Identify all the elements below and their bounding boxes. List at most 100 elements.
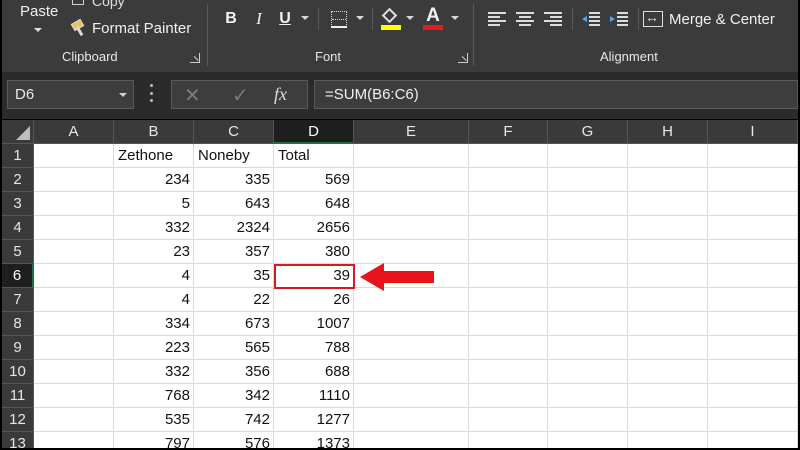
name-box[interactable]: D6 <box>7 80 134 109</box>
cell-d12[interactable]: 1277 <box>274 408 354 432</box>
fill-color-dropdown-icon[interactable] <box>406 16 414 20</box>
font-launcher-icon[interactable] <box>458 53 468 63</box>
callout-arrow-icon <box>360 263 434 291</box>
cell-c8[interactable]: 673 <box>194 312 274 336</box>
row-header-10[interactable]: 10 <box>2 360 34 384</box>
cell-c3[interactable]: 643 <box>194 192 274 216</box>
cell-b6[interactable]: 4 <box>114 264 194 288</box>
cell-c4[interactable]: 2324 <box>194 216 274 240</box>
column-header-i[interactable]: I <box>708 120 798 144</box>
enter-icon[interactable]: ✓ <box>232 83 249 108</box>
cell-d9[interactable]: 788 <box>274 336 354 360</box>
cell-c13[interactable]: 576 <box>194 432 274 448</box>
column-header-g[interactable]: G <box>548 120 628 144</box>
cell-d11[interactable]: 1110 <box>274 384 354 408</box>
cell-c12[interactable]: 742 <box>194 408 274 432</box>
cell-d2[interactable]: 569 <box>274 168 354 192</box>
cell-d3[interactable]: 648 <box>274 192 354 216</box>
borders-dropdown-icon[interactable] <box>356 16 364 20</box>
cell-d1[interactable]: Total <box>274 144 354 168</box>
cell-d5[interactable]: 380 <box>274 240 354 264</box>
cell-b12[interactable]: 535 <box>114 408 194 432</box>
copy-button[interactable]: Copy <box>92 0 125 9</box>
row-header-1[interactable]: 1 <box>2 144 34 168</box>
underline-dropdown-icon[interactable] <box>301 16 309 20</box>
clipboard-launcher-icon[interactable] <box>190 53 200 63</box>
cell-b4[interactable]: 332 <box>114 216 194 240</box>
cell-d13[interactable]: 1373 <box>274 432 354 448</box>
cell-c2[interactable]: 335 <box>194 168 274 192</box>
borders-button[interactable] <box>326 6 352 32</box>
column-header-e[interactable]: E <box>354 120 469 144</box>
format-painter-button[interactable]: Format Painter <box>70 18 191 38</box>
decrease-indent-button[interactable] <box>578 6 604 32</box>
align-center-button[interactable] <box>512 6 538 32</box>
column-header-f[interactable]: F <box>469 120 548 144</box>
cell-b10[interactable]: 332 <box>114 360 194 384</box>
ribbon: Paste Copy Format Painter Clipboard B I … <box>2 0 798 72</box>
row-header-5[interactable]: 5 <box>2 240 34 264</box>
cell-c5[interactable]: 357 <box>194 240 274 264</box>
merge-center-button[interactable]: Merge & Center <box>643 6 775 32</box>
column-header-c[interactable]: C <box>194 120 274 144</box>
align-right-button[interactable] <box>540 6 566 32</box>
name-box-dropdown-icon[interactable] <box>119 93 127 97</box>
copy-icon[interactable] <box>72 0 84 5</box>
cell-b9[interactable]: 223 <box>114 336 194 360</box>
row-header-12[interactable]: 12 <box>2 408 34 432</box>
row-header-13[interactable]: 13 <box>2 432 34 448</box>
cell-c7[interactable]: 22 <box>194 288 274 312</box>
cell-d7[interactable]: 26 <box>274 288 354 312</box>
column-header-d[interactable]: D <box>274 120 354 144</box>
cell-b5[interactable]: 23 <box>114 240 194 264</box>
row-header-4[interactable]: 4 <box>2 216 34 240</box>
font-color-button[interactable]: A <box>420 6 446 32</box>
cancel-icon[interactable]: ✕ <box>184 83 201 108</box>
format-painter-label: Format Painter <box>92 19 192 37</box>
insert-function-button[interactable]: fx <box>274 84 287 105</box>
column-header-b[interactable]: B <box>114 120 194 144</box>
font-group: B I U A Font <box>208 0 472 72</box>
cell-b7[interactable]: 4 <box>114 288 194 312</box>
font-divider <box>318 8 319 30</box>
row-header-8[interactable]: 8 <box>2 312 34 336</box>
row-header-7[interactable]: 7 <box>2 288 34 312</box>
cell-b2[interactable]: 234 <box>114 168 194 192</box>
cell-b1[interactable]: Zethone <box>114 144 194 168</box>
italic-button[interactable]: I <box>246 6 272 32</box>
cell-b3[interactable]: 5 <box>114 192 194 216</box>
column-header-h[interactable]: H <box>628 120 708 144</box>
align-left-button[interactable] <box>484 6 510 32</box>
gridline <box>707 144 708 448</box>
paste-button[interactable]: Paste <box>20 3 58 20</box>
paste-dropdown-icon[interactable] <box>34 28 42 32</box>
fill-color-swatch <box>381 25 401 30</box>
cell-b8[interactable]: 334 <box>114 312 194 336</box>
cell-c10[interactable]: 356 <box>194 360 274 384</box>
bold-button[interactable]: B <box>218 6 244 32</box>
cell-c1[interactable]: Noneby <box>194 144 274 168</box>
row-header-9[interactable]: 9 <box>2 336 34 360</box>
cell-b11[interactable]: 768 <box>114 384 194 408</box>
merge-center-label: Merge & Center <box>669 10 775 28</box>
underline-button[interactable]: U <box>272 6 298 32</box>
row-header-3[interactable]: 3 <box>2 192 34 216</box>
cell-c11[interactable]: 342 <box>194 384 274 408</box>
row-header-6[interactable]: 6 <box>2 264 34 288</box>
formula-bar-grip-icon[interactable] <box>150 84 153 102</box>
cell-d10[interactable]: 688 <box>274 360 354 384</box>
row-header-11[interactable]: 11 <box>2 384 34 408</box>
column-header-a[interactable]: A <box>34 120 114 144</box>
formula-input[interactable]: =SUM(B6:C6) <box>314 80 798 109</box>
row-header-2[interactable]: 2 <box>2 168 34 192</box>
cell-c9[interactable]: 565 <box>194 336 274 360</box>
select-all-button[interactable] <box>2 120 34 144</box>
fill-color-button[interactable] <box>378 6 404 32</box>
cell-d4[interactable]: 2656 <box>274 216 354 240</box>
cell-d8[interactable]: 1007 <box>274 312 354 336</box>
font-color-dropdown-icon[interactable] <box>451 16 459 20</box>
cell-b13[interactable]: 797 <box>114 432 194 448</box>
cell-c6[interactable]: 35 <box>194 264 274 288</box>
increase-indent-button[interactable] <box>606 6 632 32</box>
formula-bar: D6 ✕ ✓ fx =SUM(B6:C6) <box>2 72 798 119</box>
